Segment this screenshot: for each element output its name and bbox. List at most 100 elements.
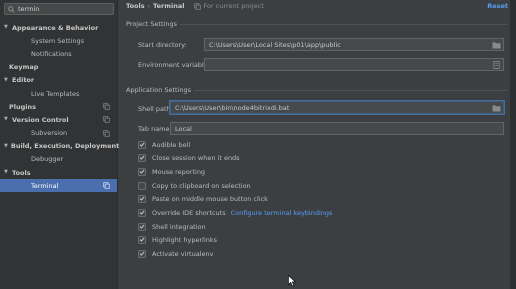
tree-item-label: Terminal [31, 181, 59, 190]
tree-item-notifications[interactable]: Notifications [0, 47, 117, 60]
section-divider [180, 24, 508, 25]
checkbox-label: Mouse reporting [152, 167, 206, 176]
shell-path-field[interactable]: C:\Users\User\bin\node4bitrixdi.bat [170, 101, 504, 114]
checkbox-box[interactable] [138, 222, 146, 231]
checkbox-label: Copy to clipboard on selection [152, 181, 251, 190]
checkmark-icon [139, 155, 145, 160]
chevron-down-icon[interactable]: ▼ [4, 25, 9, 30]
tree-item-label: Plugins [9, 102, 36, 111]
project-scope-icon [103, 116, 110, 123]
tree-item-plugins[interactable]: Plugins [0, 100, 117, 113]
breadcrumb: Tools › Terminal For current project Res… [118, 0, 516, 12]
checkbox-box[interactable] [138, 167, 146, 176]
tree-item-keymap[interactable]: Keymap [0, 61, 117, 74]
folder-icon[interactable] [492, 104, 501, 112]
checkbox-box[interactable] [138, 249, 146, 258]
tree-item-editor[interactable]: ▼ Editor [0, 74, 117, 87]
tab-name-value: Local [175, 124, 192, 133]
tree-item-terminal[interactable]: Terminal [0, 179, 117, 193]
folder-icon[interactable] [492, 41, 501, 49]
checkbox-box[interactable] [138, 235, 146, 244]
checkbox-shell-integration[interactable]: Shell integration [138, 221, 206, 232]
checkmark-icon [139, 169, 145, 174]
checkbox-highlight-hyperlinks[interactable]: Highlight hyperlinks [138, 234, 217, 245]
mouse-cursor-icon [288, 275, 296, 287]
tree-item-live-templates[interactable]: Live Templates [0, 87, 117, 100]
checkbox-mouse-reporting[interactable]: Mouse reporting [138, 166, 205, 177]
start-directory-field[interactable]: C:\Users\User\Local Sites\p01\app\public [204, 38, 504, 51]
checkmark-icon [139, 142, 145, 147]
tree-item-label: Version Control [12, 115, 69, 124]
tab-name-label: Tab name: [138, 125, 172, 133]
checkbox-label: Audible bell [152, 140, 191, 149]
tree-item-appearance-behavior[interactable]: ▼ Appearance & Behavior [0, 21, 117, 34]
checkbox-label: Override IDE shortcuts [152, 208, 226, 217]
checkbox-close-session[interactable]: Close session when it ends [138, 152, 240, 163]
checkbox-box[interactable] [138, 208, 146, 217]
tree-item-label: Notifications [31, 49, 72, 58]
project-scope-icon [103, 129, 110, 137]
checkbox-label: Highlight hyperlinks [152, 235, 218, 244]
checkbox-activate-virtualenv[interactable]: Activate virtualenv [138, 248, 213, 259]
checkmark-icon [139, 210, 145, 215]
project-scope-icon [194, 2, 202, 10]
checkbox-audible-bell[interactable]: Audible bell [138, 139, 190, 150]
tree-item-label: Build, Execution, Deployment [10, 142, 120, 151]
scrollbar-track[interactable] [510, 0, 516, 289]
checkbox-label: Close session when it ends [152, 153, 240, 162]
breadcrumb-terminal: Terminal [153, 2, 185, 10]
checkbox-paste-middle-click[interactable]: Paste on middle mouse button click [138, 193, 268, 204]
checkbox-copy-on-selection[interactable]: Copy to clipboard on selection [138, 180, 251, 191]
tree-item-label: Editor [12, 76, 35, 85]
chevron-down-icon[interactable]: ▼ [4, 170, 9, 175]
project-scope-icon [103, 103, 110, 110]
scope-label: For current project [203, 2, 264, 10]
breadcrumb-tools: Tools [126, 2, 145, 10]
checkbox-box[interactable] [138, 153, 146, 162]
tree-item-debugger[interactable]: Debugger [0, 153, 117, 166]
settings-search-field[interactable]: termin [4, 3, 114, 15]
project-settings-title: Project Settings [126, 20, 177, 28]
settings-sidebar: termin ▼ Appearance & Behavior System Se… [0, 0, 120, 289]
tree-item-subversion[interactable]: Subversion [0, 127, 117, 140]
settings-main-panel: Tools › Terminal For current project Res… [118, 0, 516, 289]
chevron-down-icon[interactable]: ▼ [4, 77, 9, 83]
checkbox-box[interactable] [138, 194, 146, 203]
project-scope-icon [103, 182, 110, 189]
checkbox-label: Shell integration [152, 222, 206, 231]
configure-keybindings-link[interactable]: Configure terminal keybindings [231, 209, 333, 217]
tree-item-label: Tools [12, 168, 31, 177]
tree-item-label: Live Templates [31, 89, 80, 98]
checkbox-override-ide-shortcuts[interactable]: Override IDE shortcuts Configure termina… [138, 207, 332, 218]
tree-item-version-control[interactable]: ▼ Version Control [0, 113, 117, 126]
checkbox-box[interactable] [138, 181, 146, 190]
checkmark-icon [139, 224, 145, 229]
tab-name-field[interactable]: Local [170, 122, 504, 135]
chevron-down-icon[interactable]: ▼ [4, 117, 9, 122]
checkbox-label: Paste on middle mouse button click [152, 194, 268, 203]
checkmark-icon [139, 196, 145, 201]
search-icon [8, 5, 15, 13]
shell-path-value: C:\Users\User\bin\node4bitrixdi.bat [175, 103, 290, 112]
tree-item-build-execution-deployment[interactable]: ▼ Build, Execution, Deployment [0, 140, 120, 153]
tree-item-label: Appearance & Behavior [12, 23, 99, 32]
tree-item-label: Debugger [31, 155, 64, 164]
breadcrumb-separator: › [147, 2, 151, 10]
shell-path-label: Shell path: [138, 105, 173, 113]
tree-item-label: System Settings [31, 36, 84, 45]
start-directory-value: C:\Users\User\Local Sites\p01\app\public [209, 40, 341, 49]
search-input[interactable]: termin [18, 5, 39, 13]
tree-item-label: Subversion [31, 129, 68, 138]
document-list-icon[interactable] [492, 61, 501, 69]
section-divider [194, 90, 508, 91]
checkbox-label: Activate virtualenv [152, 249, 214, 258]
checkbox-box[interactable] [138, 140, 146, 149]
tree-item-tools[interactable]: ▼ Tools [0, 166, 117, 179]
reset-link[interactable]: Reset [487, 2, 508, 10]
checkmark-icon [139, 251, 145, 256]
environment-variables-field[interactable] [204, 58, 504, 71]
tree-item-system-settings[interactable]: System Settings [0, 34, 117, 47]
chevron-down-icon[interactable]: ▼ [4, 143, 8, 149]
application-settings-title: Application Settings [126, 86, 192, 94]
checkmark-icon [139, 237, 145, 242]
